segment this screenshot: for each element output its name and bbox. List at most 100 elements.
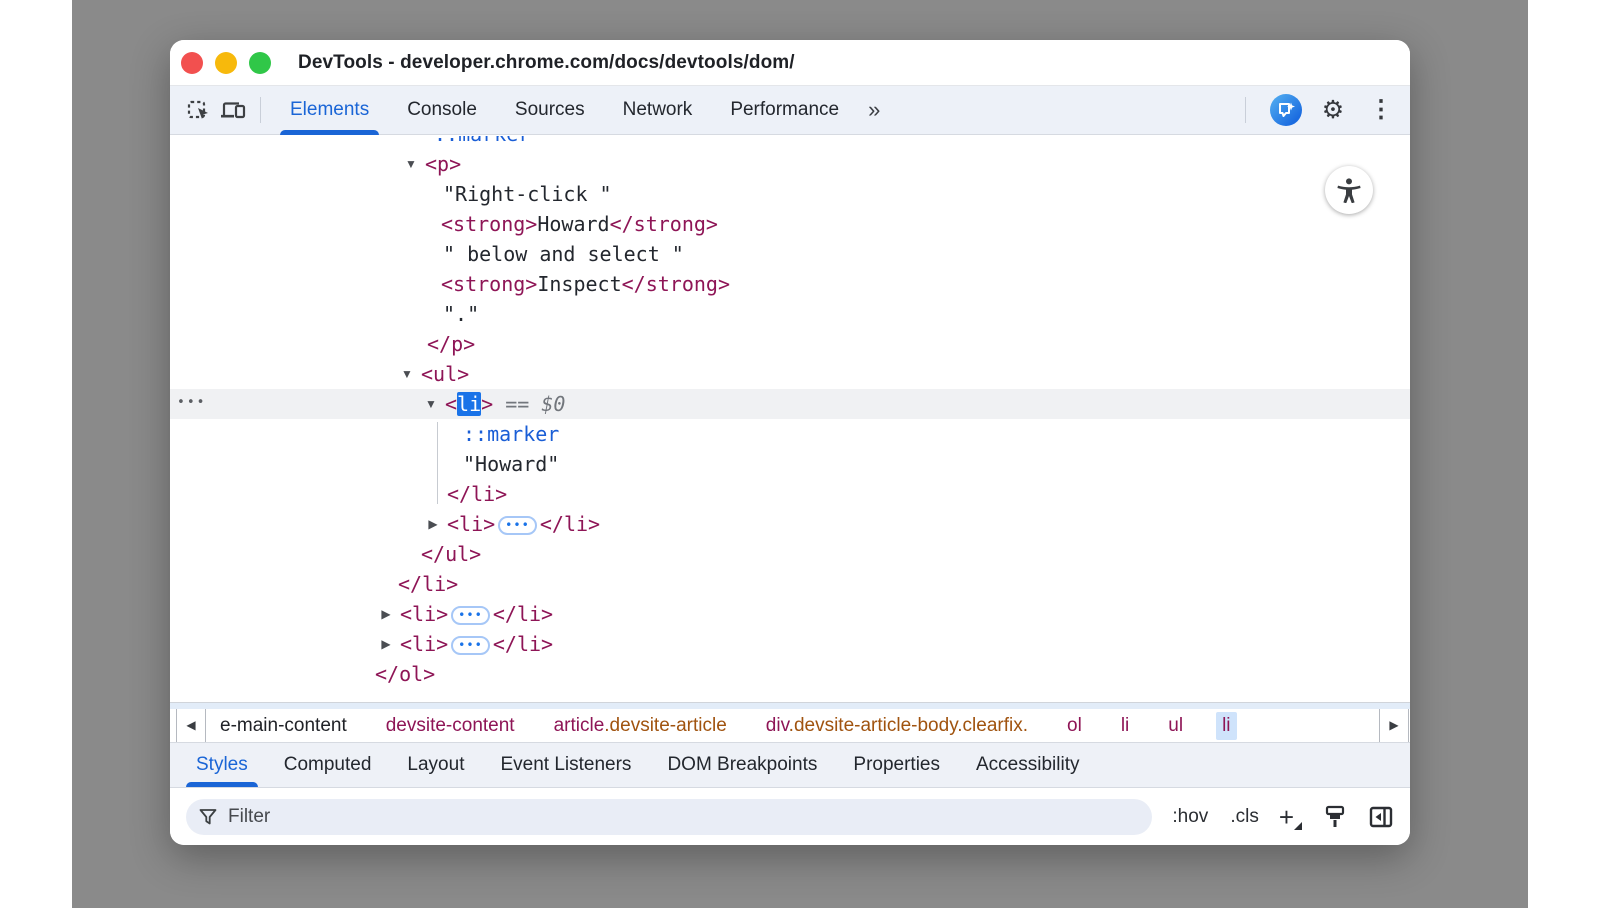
dom-node-segment: > [481, 392, 493, 416]
panel-tab-dom-breakpoints[interactable]: DOM Breakpoints [665, 743, 819, 787]
window-title: DevTools - developer.chrome.com/docs/dev… [298, 52, 795, 74]
dom-tree-row[interactable]: </li> [170, 569, 1410, 599]
collapsed-children-ellipsis-icon[interactable]: ••• [451, 636, 490, 655]
expand-down-arrow-icon[interactable]: ▼ [423, 389, 439, 419]
expand-right-arrow-icon[interactable]: ▶ [378, 629, 394, 659]
row-actions-dots-icon[interactable]: ••• [177, 388, 206, 418]
filter-placeholder: Filter [228, 806, 270, 828]
panel-tab-layout[interactable]: Layout [405, 743, 466, 787]
collapsed-children-ellipsis-icon[interactable]: ••• [498, 516, 537, 535]
dom-tree-row[interactable]: "Howard" [170, 449, 1410, 479]
dom-tree-row[interactable]: ▶<li>•••</li> [170, 629, 1410, 659]
settings-gear-icon[interactable]: ⚙ [1316, 93, 1350, 127]
indent-guide-line [437, 422, 438, 504]
tab-performance[interactable]: Performance [728, 86, 841, 135]
collapsed-children-ellipsis-icon[interactable]: ••• [451, 606, 490, 625]
dom-node-segment: </ol> [375, 662, 435, 686]
dom-tree-row[interactable]: " below and select " [170, 239, 1410, 269]
dom-node-segment: <li> [400, 602, 448, 626]
expand-right-arrow-icon[interactable]: ▶ [378, 599, 394, 629]
toolbar-divider [260, 97, 261, 123]
breadcrumb-item-selected[interactable]: li [1216, 712, 1236, 740]
breadcrumb-item[interactable]: e-main-content [214, 712, 353, 740]
panel-tab-styles[interactable]: Styles [194, 743, 250, 787]
minimize-button[interactable] [215, 52, 237, 74]
tab-elements[interactable]: Elements [288, 86, 371, 135]
panel-tab-accessibility[interactable]: Accessibility [974, 743, 1081, 787]
dom-tree-row[interactable]: <strong>Inspect</strong> [170, 269, 1410, 299]
close-button[interactable] [181, 52, 203, 74]
dom-tree-row[interactable]: </ul> [170, 539, 1410, 569]
rendering-icon[interactable] [1322, 804, 1348, 830]
breadcrumb-item[interactable]: article.devsite-article [548, 712, 733, 740]
traffic-lights [181, 52, 271, 74]
dom-tree-row[interactable]: ::marker [170, 136, 1410, 149]
toolbar-right-controls: ⚙ ⋮ [1235, 93, 1398, 127]
new-style-rule-icon[interactable]: + [1279, 804, 1302, 830]
dom-node-segment: </li> [493, 632, 553, 656]
breadcrumb-item[interactable]: ul [1162, 712, 1189, 740]
dom-tree-row[interactable]: ▶<li>•••</li> [170, 599, 1410, 629]
dom-node-segment: ::marker [434, 136, 530, 146]
expand-down-arrow-icon[interactable]: ▼ [399, 359, 415, 389]
dom-node-segment: <li> [447, 512, 495, 536]
main-panel-tabs: Elements Console Sources Network Performance [271, 86, 858, 135]
dom-node-segment: </li> [398, 572, 458, 596]
panel-tab-event-listeners[interactable]: Event Listeners [498, 743, 633, 787]
dom-node-segment: </li> [493, 602, 553, 626]
dom-tree-row[interactable]: </li> [170, 479, 1410, 509]
dom-tree-row[interactable]: ▶<li>•••</li> [170, 509, 1410, 539]
breadcrumb-part: div [766, 715, 789, 736]
dom-tree-panel: ::marker▼<p>"Right-click "<strong>Howard… [170, 136, 1410, 702]
dom-tree-row[interactable]: "." [170, 299, 1410, 329]
breadcrumb-item[interactable]: devsite-content [380, 712, 521, 740]
dom-tree-row-selected[interactable]: •••▼<li> == $0 [170, 389, 1410, 419]
dom-node-segment: == [493, 392, 541, 416]
dom-tree-row[interactable]: ::marker [170, 419, 1410, 449]
breadcrumb-item[interactable]: div.devsite-article-body.clearfix. [760, 712, 1034, 740]
breadcrumb-item[interactable]: li [1115, 712, 1135, 740]
zoom-button[interactable] [249, 52, 271, 74]
tab-console[interactable]: Console [405, 86, 479, 135]
dom-tree-row[interactable]: <strong>Howard</strong> [170, 209, 1410, 239]
devtools-toolbar: Elements Console Sources Network Performance… [170, 86, 1410, 135]
toolbar-divider-right [1245, 97, 1246, 123]
more-options-icon[interactable]: ⋮ [1364, 93, 1398, 127]
device-toolbar-icon[interactable] [216, 93, 250, 127]
hov-toggle[interactable]: :hov [1172, 806, 1208, 828]
expand-down-arrow-icon[interactable]: ▼ [403, 149, 419, 179]
more-tabs-icon[interactable]: » [868, 97, 880, 123]
panel-tab-computed[interactable]: Computed [282, 743, 374, 787]
breadcrumb-scroll-right-icon[interactable]: ▶ [1379, 709, 1409, 742]
breadcrumb-part: .devsite-article [604, 715, 727, 736]
panel-tab-properties[interactable]: Properties [851, 743, 942, 787]
toggle-sidebar-icon[interactable] [1368, 804, 1394, 830]
breadcrumb-item[interactable]: ol [1061, 712, 1088, 740]
breadcrumb-scroll-left-icon[interactable]: ◀ [176, 709, 206, 742]
cls-toggle[interactable]: .cls [1230, 806, 1259, 828]
tab-network[interactable]: Network [621, 86, 695, 135]
styles-filter-input[interactable]: Filter [186, 799, 1152, 835]
ai-assistant-icon[interactable] [1270, 94, 1302, 126]
dom-node-segment: <li> [400, 632, 448, 656]
accessibility-person-icon[interactable] [1325, 166, 1373, 214]
breadcrumb-part: li [1121, 715, 1129, 736]
dom-tree-row[interactable]: "Right-click " [170, 179, 1410, 209]
tab-sources[interactable]: Sources [513, 86, 587, 135]
dom-tree-row[interactable]: ▼<ul> [170, 359, 1410, 389]
inspect-icon[interactable] [182, 93, 216, 127]
breadcrumb-part: e-main-content [220, 715, 347, 736]
dom-node-segment: </p> [427, 332, 475, 356]
breadcrumb-part: ol [1067, 715, 1082, 736]
filter-funnel-icon [198, 807, 218, 827]
breadcrumb-part: .devsite-article-body.clearfix. [789, 715, 1028, 736]
dom-node-segment: "Right-click " [443, 182, 612, 206]
dom-node-segment: $0 [541, 392, 565, 416]
dom-tree-row[interactable]: ▼<p> [170, 149, 1410, 179]
expand-right-arrow-icon[interactable]: ▶ [425, 509, 441, 539]
dom-tree-row[interactable]: </ol> [170, 659, 1410, 689]
dom-tree-row[interactable]: </p> [170, 329, 1410, 359]
dom-node-segment: Howard [537, 212, 609, 236]
filter-toggles: :hov .cls [1172, 806, 1258, 828]
dom-node-segment: <ul> [421, 362, 469, 386]
